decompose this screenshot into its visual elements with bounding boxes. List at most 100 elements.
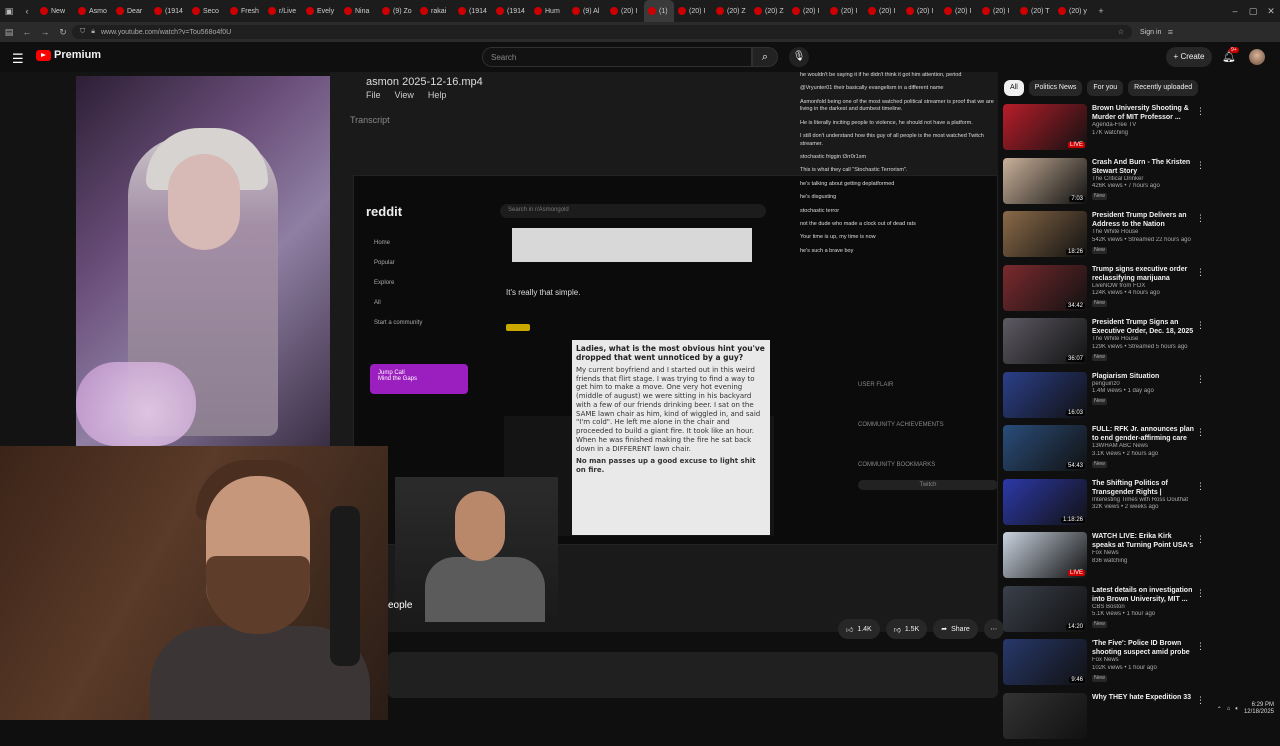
search-input[interactable]: Search	[482, 47, 752, 67]
channel-name[interactable]: The White House	[1092, 229, 1196, 237]
filter-chip[interactable]: Recently uploaded	[1128, 80, 1198, 96]
channel-name[interactable]: Fox News	[1092, 550, 1196, 558]
browser-tab[interactable]: (20) I	[788, 0, 826, 22]
more-options-icon[interactable]: ⋮	[1196, 588, 1205, 599]
back-icon[interactable]: ‹	[18, 6, 36, 16]
browser-tab[interactable]: Nina	[340, 0, 378, 22]
more-actions-button[interactable]: ⋯	[984, 619, 1004, 639]
filter-chip[interactable]: All	[1004, 80, 1024, 96]
browser-tab[interactable]: (9) Al	[568, 0, 606, 22]
channel-name[interactable]: Interesting Times with Ross Douthat	[1092, 497, 1196, 505]
new-tab-button[interactable]: +	[1092, 6, 1110, 16]
recommendation-title[interactable]: Crash And Burn - The Kristen Stewart Sto…	[1092, 158, 1196, 176]
recommendation-item[interactable]: 1:18:26 The Shifting Politics of Transgen…	[1003, 479, 1207, 533]
browser-tab[interactable]: New	[36, 0, 74, 22]
recommendation-title[interactable]: FULL: RFK Jr. announces plan to end gend…	[1092, 425, 1196, 443]
close-window-icon[interactable]: ✕	[1262, 6, 1280, 17]
video-thumbnail[interactable]: LIVE	[1003, 104, 1087, 150]
recommendation-item[interactable]: 54:43 FULL: RFK Jr. announces plan to end…	[1003, 425, 1207, 479]
browser-tab[interactable]: (20) I	[902, 0, 940, 22]
recommendation-item[interactable]: 16:03Plagiarism Situationpenguinz01.4M v…	[1003, 372, 1207, 426]
recommendation-title[interactable]: Brown University Shooting & Murder of MI…	[1092, 104, 1196, 122]
browser-tab[interactable]: (20) I	[940, 0, 978, 22]
browser-tab[interactable]: (20) y	[1054, 0, 1092, 22]
browser-tab[interactable]: Hum	[530, 0, 568, 22]
recommendation-item[interactable]: 7:03 Crash And Burn - The Kristen Stewart…	[1003, 158, 1207, 212]
video-thumbnail[interactable]: 54:43	[1003, 425, 1087, 471]
recommendation-title[interactable]: The Shifting Politics of Transgender Rig…	[1092, 479, 1196, 497]
recommendation-item[interactable]: 9:46 'The Five': Police ID Brown shooting…	[1003, 639, 1207, 693]
browser-tab[interactable]: (20) T	[1016, 0, 1054, 22]
video-thumbnail[interactable]: 9:46	[1003, 639, 1087, 685]
more-options-icon[interactable]: ⋮	[1196, 641, 1205, 652]
sign-in-button[interactable]: Sign in	[1140, 29, 1161, 36]
reload-icon[interactable]: ↻	[54, 27, 72, 38]
more-options-icon[interactable]: ⋮	[1196, 481, 1205, 492]
recommendation-item[interactable]: 34:42 Trump signs executive order reclass…	[1003, 265, 1207, 319]
minimize-icon[interactable]: –	[1226, 6, 1244, 16]
recommendation-item[interactable]: 36:07 President Trump Signs an Executive …	[1003, 318, 1207, 372]
channel-name[interactable]: CBS Boston	[1092, 604, 1196, 612]
channel-name[interactable]: 13WHAM ABC News	[1092, 443, 1196, 451]
video-thumbnail[interactable]: 34:42	[1003, 265, 1087, 311]
dislike-button[interactable]: 👎︎ 1.5K	[886, 619, 928, 639]
tray-chevron-icon[interactable]: ⌃	[1217, 706, 1222, 713]
recommendation-title[interactable]: 'The Five': Police ID Brown shooting sus…	[1092, 639, 1196, 657]
recommendation-title[interactable]: President Trump Signs an Executive Order…	[1092, 318, 1196, 336]
browser-tab[interactable]: (20) I	[606, 0, 644, 22]
channel-name[interactable]: The White House	[1092, 336, 1196, 344]
recommendation-item[interactable]: LIVE Brown University Shooting & Murder o…	[1003, 104, 1207, 158]
sidebar-toggle-icon[interactable]: ▤	[0, 27, 18, 38]
video-thumbnail[interactable]: 1:18:26	[1003, 479, 1087, 525]
video-thumbnail[interactable]: 7:03	[1003, 158, 1087, 204]
video-thumbnail[interactable]: 16:03	[1003, 372, 1087, 418]
recommendation-item[interactable]: 18:26 President Trump Delivers an Address…	[1003, 211, 1207, 265]
more-options-icon[interactable]: ⋮	[1196, 534, 1205, 545]
more-options-icon[interactable]: ⋮	[1196, 427, 1205, 438]
more-options-icon[interactable]: ⋮	[1196, 213, 1205, 224]
channel-name[interactable]: Agenda-Free TV	[1092, 122, 1196, 130]
recommendation-title[interactable]: Plagiarism Situation	[1092, 372, 1196, 381]
browser-tab[interactable]: (20) I	[674, 0, 712, 22]
filter-chip[interactable]: For you	[1087, 80, 1123, 96]
more-options-icon[interactable]: ⋮	[1196, 106, 1205, 117]
browser-tab[interactable]: (20) Z	[712, 0, 750, 22]
browser-tab[interactable]: r/Live	[264, 0, 302, 22]
browser-tab[interactable]: (20) I	[826, 0, 864, 22]
browser-tab[interactable]: Seco	[188, 0, 226, 22]
recommendation-item[interactable]: 14:20Latest details on investigation int…	[1003, 586, 1207, 640]
browser-tab[interactable]: Dear	[112, 0, 150, 22]
recommendation-item[interactable]: LIVEWATCH LIVE: Erika Kirk speaks at Tur…	[1003, 532, 1207, 586]
recommendation-title[interactable]: WATCH LIVE: Erika Kirk speaks at Turning…	[1092, 532, 1196, 550]
recommendation-title[interactable]: Trump signs executive order reclassifyin…	[1092, 265, 1196, 283]
youtube-logo[interactable]: Premium	[36, 49, 101, 61]
create-button[interactable]: + Create	[1166, 47, 1212, 67]
browser-tab[interactable]: (20) I	[978, 0, 1016, 22]
browser-tab[interactable]: Evely	[302, 0, 340, 22]
share-button[interactable]: ➦ Share	[933, 619, 978, 639]
video-thumbnail[interactable]: 36:07	[1003, 318, 1087, 364]
browser-tab[interactable]: Fresh	[226, 0, 264, 22]
filter-chip[interactable]: Politics News	[1029, 80, 1083, 96]
like-button[interactable]: 👍︎ 1.4K	[838, 619, 880, 639]
channel-name[interactable]: The Critical Drinker	[1092, 176, 1196, 184]
video-thumbnail[interactable]: 14:20	[1003, 586, 1087, 632]
channel-name[interactable]: penguinz0	[1092, 381, 1196, 389]
star-icon[interactable]: ☆	[1118, 28, 1124, 36]
browser-tab[interactable]: (1)	[644, 0, 674, 22]
browser-tab[interactable]: (1914	[454, 0, 492, 22]
search-button[interactable]: ⌕	[752, 47, 778, 67]
browser-menu-icon[interactable]: ≡	[1161, 27, 1179, 37]
browser-tab[interactable]: (9) Zo	[378, 0, 416, 22]
forward-arrow-icon[interactable]: →	[36, 27, 54, 37]
video-thumbnail[interactable]: 18:26	[1003, 211, 1087, 257]
channel-name[interactable]: Fox News	[1092, 657, 1196, 665]
back-arrow-icon[interactable]: ←	[18, 27, 36, 37]
channel-name[interactable]: LiveNOW from FOX	[1092, 283, 1196, 291]
recommendation-title[interactable]: President Trump Delivers an Address to t…	[1092, 211, 1196, 229]
video-thumbnail[interactable]	[1003, 693, 1087, 739]
more-options-icon[interactable]: ⋮	[1196, 267, 1205, 278]
speaker-icon[interactable]: 🔈︎	[1235, 706, 1239, 713]
voice-search-button[interactable]: 🎙︎	[789, 47, 809, 67]
browser-tab[interactable]: (1914	[492, 0, 530, 22]
